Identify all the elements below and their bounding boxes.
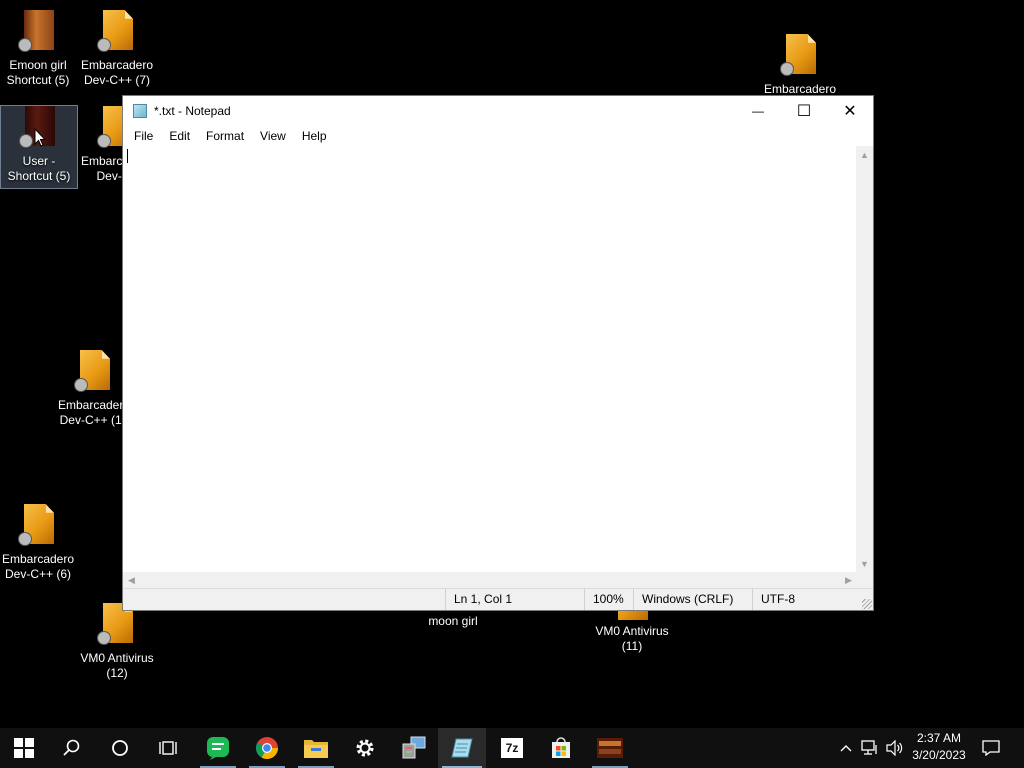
network-icon <box>861 740 877 755</box>
desktop-icon-label: Shortcut (5) <box>6 73 70 87</box>
notepad-icon <box>133 104 147 118</box>
network-button[interactable] <box>858 728 882 768</box>
settings-icon <box>356 739 374 757</box>
mouse-cursor-icon <box>34 128 46 147</box>
menu-bar: File Edit Format View Help <box>123 126 873 146</box>
desktop-icon-label: moon girl <box>428 614 478 628</box>
clock[interactable]: 2:37 AM 3/20/2023 <box>908 731 970 762</box>
notepad-window[interactable]: *.txt - Notepad — ☐ ✕ File Edit Format V… <box>122 95 874 611</box>
chrome-icon <box>256 737 278 759</box>
store-icon <box>552 737 570 758</box>
clock-date: 3/20/2023 <box>912 748 966 762</box>
file-icon <box>18 504 58 548</box>
horizontal-scrollbar[interactable]: ◀ ▶ <box>123 572 857 589</box>
menu-format[interactable]: Format <box>198 126 252 146</box>
show-hidden-icons-button[interactable] <box>834 728 858 768</box>
status-encoding: UTF-8 <box>752 589 852 610</box>
status-zoom: 100% <box>584 589 634 610</box>
7zip-label: 7z <box>505 741 519 755</box>
menu-edit[interactable]: Edit <box>161 126 198 146</box>
chevron-up-icon <box>840 745 852 752</box>
task-view-icon <box>159 741 177 755</box>
taskbar-settings[interactable] <box>341 728 389 768</box>
desktop-icon-label: VM0 Antivirus <box>80 651 154 665</box>
menu-view[interactable]: View <box>252 126 294 146</box>
desktop-icon-label: Embarcadero <box>80 58 154 72</box>
vertical-scrollbar[interactable]: ▲ ▼ <box>856 146 873 572</box>
taskbar-control-panel[interactable] <box>390 728 438 768</box>
scroll-left-icon[interactable]: ◀ <box>123 572 140 589</box>
notepad-icon <box>451 738 473 758</box>
text-caret <box>127 149 128 163</box>
close-button[interactable]: ✕ <box>827 96 873 126</box>
taskbar-chrome[interactable] <box>243 728 291 768</box>
scrollbar-corner <box>856 572 873 589</box>
taskbar-file-explorer[interactable] <box>292 728 340 768</box>
taskbar-game-app[interactable] <box>586 728 634 768</box>
volume-button[interactable] <box>882 728 908 768</box>
7zip-icon: 7z <box>501 738 523 758</box>
desktop-icon-label: Emoon girl <box>9 58 67 72</box>
desktop-icon-label: Embarcadero <box>1 552 75 566</box>
game-app-icon <box>597 738 623 758</box>
search-button[interactable] <box>48 728 96 768</box>
notification-icon <box>982 740 1000 756</box>
desktop-icon-embarcadero-right[interactable]: Embarcadero <box>762 34 838 97</box>
title-bar[interactable]: *.txt - Notepad — ☐ ✕ <box>123 96 873 126</box>
status-bar: Ln 1, Col 1 100% Windows (CRLF) UTF-8 <box>123 588 873 610</box>
maximize-icon: ☐ <box>796 103 812 120</box>
file-explorer-icon <box>304 740 328 758</box>
status-line-ending: Windows (CRLF) <box>633 589 753 610</box>
taskbar-7zip[interactable]: 7z <box>488 728 536 768</box>
menu-file[interactable]: File <box>126 126 161 146</box>
desktop-icon-embarcadero-6[interactable]: Embarcadero Dev-C++ (6) <box>0 504 76 582</box>
taskbar-green-chat-app[interactable] <box>194 728 242 768</box>
taskbar-store[interactable] <box>537 728 585 768</box>
scroll-up-icon[interactable]: ▲ <box>856 146 873 163</box>
desktop-icon-label: Dev-C++ (7) <box>83 73 151 87</box>
resize-grip-icon[interactable] <box>862 599 872 609</box>
clock-time: 2:37 AM <box>916 731 962 745</box>
close-icon: ✕ <box>843 103 857 120</box>
book-icon <box>18 10 58 54</box>
start-button[interactable] <box>0 728 48 768</box>
maximize-button[interactable]: ☐ <box>781 96 827 126</box>
volume-icon <box>886 740 903 756</box>
text-editor[interactable] <box>123 146 857 572</box>
scroll-down-icon[interactable]: ▼ <box>856 555 873 572</box>
desktop-icon-label: Shortcut (5) <box>7 169 71 183</box>
menu-help[interactable]: Help <box>294 126 335 146</box>
desktop-icon-label: User - <box>22 154 56 168</box>
desktop-icon-emoon-girl-shortcut[interactable]: Emoon girl Shortcut (5) <box>0 10 76 88</box>
search-icon <box>63 739 80 756</box>
desktop-icon-label: Dev-C++ (6) <box>4 567 72 581</box>
control-panel-icon <box>402 736 426 759</box>
window-title: *.txt - Notepad <box>154 104 231 118</box>
green-chat-app-icon <box>207 737 229 760</box>
status-cursor-position: Ln 1, Col 1 <box>445 589 585 610</box>
desktop-icon-label: (11) <box>621 639 643 653</box>
taskbar: 7z 2:37 AM 3/20/2023 <box>0 728 1024 768</box>
cortana-icon <box>112 740 128 756</box>
desktop-icon-vm0-antivirus-12[interactable]: VM0 Antivirus (12) <box>76 603 158 681</box>
file-icon <box>780 34 820 78</box>
desktop-icon-label: (12) <box>106 666 128 680</box>
scroll-right-icon[interactable]: ▶ <box>840 572 857 589</box>
cortana-button[interactable] <box>96 728 144 768</box>
minimize-icon: — <box>752 104 764 118</box>
desktop-icon-label: VM0 Antivirus <box>595 624 669 638</box>
task-view-button[interactable] <box>144 728 192 768</box>
start-icon <box>14 738 34 758</box>
action-center-button[interactable] <box>976 728 1006 768</box>
desktop-icon-embarcadero-7[interactable]: Embarcadero Dev-C++ (7) <box>79 10 155 88</box>
taskbar-notepad[interactable] <box>438 728 486 768</box>
minimize-button[interactable]: — <box>735 96 781 126</box>
file-icon <box>97 10 137 54</box>
file-icon <box>74 350 114 394</box>
desktop-icon-moon-girl[interactable]: moon girl <box>415 614 491 629</box>
